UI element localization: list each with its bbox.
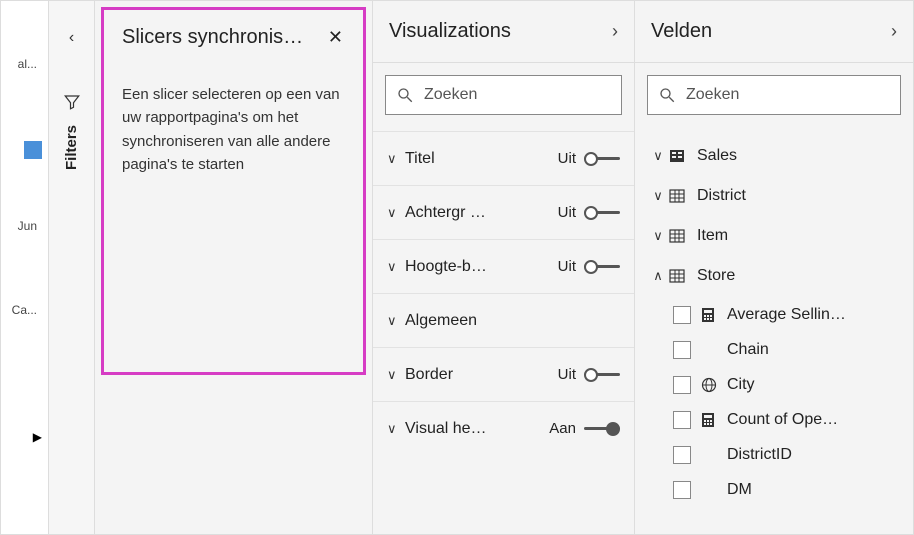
filters-pane-collapsed[interactable]: ‹ Filters [49, 1, 95, 534]
format-property-name: Titel [405, 150, 558, 168]
format-property-list: ∨TitelUit∨Achtergr …Uit∨Hoogte-b…Uit∨Alg… [373, 131, 634, 455]
fields-table-name: District [691, 187, 746, 205]
fields-field-row[interactable]: Average Sellin… [673, 297, 905, 332]
search-icon [658, 86, 676, 104]
field-name: DistrictID [723, 446, 792, 464]
fields-field-row[interactable]: Count of Ope… [673, 402, 905, 437]
sync-slicers-description: Een slicer selecteren op een van uw rapp… [122, 83, 345, 176]
field-name: Count of Ope… [723, 411, 838, 429]
format-property-name: Hoogte-b… [405, 258, 558, 276]
format-property-state: Uit [558, 204, 576, 221]
format-property-row[interactable]: ∨Achtergr …Uit [373, 185, 634, 239]
field-checkbox[interactable] [673, 306, 691, 324]
format-property-name: Algemeen [405, 312, 620, 330]
canvas-label-2: Jun [1, 219, 41, 233]
sync-slicers-highlight: Slicers synchronis… ✕ Een slicer selecte… [101, 7, 366, 375]
calc-table-icon [669, 148, 691, 164]
funnel-icon [63, 93, 81, 111]
table-icon [669, 268, 691, 284]
globe-icon [701, 377, 723, 393]
format-property-name: Border [405, 366, 558, 384]
fields-search-placeholder: Zoeken [686, 86, 890, 104]
close-icon[interactable]: ✕ [326, 27, 345, 48]
table-icon [669, 228, 691, 244]
report-canvas-strip: al... Jun Ca... ▶ [1, 1, 49, 534]
play-icon[interactable]: ▶ [33, 430, 42, 444]
toggle-switch[interactable] [584, 368, 620, 382]
fields-table-name: Sales [691, 147, 737, 165]
fields-field-row[interactable]: City [673, 367, 905, 402]
filters-pane-label: Filters [63, 125, 80, 170]
chevron-down-icon[interactable]: ∨ [387, 313, 405, 329]
format-property-row[interactable]: ∨Hoogte-b…Uit [373, 239, 634, 293]
fields-table-name: Item [691, 227, 728, 245]
field-checkbox[interactable] [673, 341, 691, 359]
chevron-down-icon[interactable]: ∨ [647, 188, 669, 204]
chevron-up-icon[interactable]: ∧ [647, 268, 669, 284]
sync-slicers-pane: Slicers synchronis… ✕ Een slicer selecte… [95, 1, 373, 534]
visualizations-search-placeholder: Zoeken [424, 86, 611, 104]
toggle-switch[interactable] [584, 260, 620, 274]
field-checkbox[interactable] [673, 411, 691, 429]
toggle-switch[interactable] [584, 152, 620, 166]
field-checkbox[interactable] [673, 481, 691, 499]
fields-list: ∨ Sales ∨ District ∨ Item ∧ Store Average Sellin… [635, 131, 913, 515]
fields-table-row[interactable]: ∨ District [643, 177, 905, 215]
chevron-right-icon[interactable]: › [891, 21, 897, 42]
field-name: Average Sellin… [723, 306, 846, 324]
toggle-switch[interactable] [584, 206, 620, 220]
fields-pane: Velden › Zoeken ∨ Sales ∨ District ∨ Item ∧ Sto… [635, 1, 913, 534]
format-property-state: Aan [549, 420, 576, 437]
fields-title: Velden [651, 20, 891, 43]
fields-table-row[interactable]: ∨ Item [643, 217, 905, 255]
fields-field-row[interactable]: DM [673, 472, 905, 507]
format-property-row[interactable]: ∨Visual he…Aan [373, 401, 634, 455]
chevron-down-icon[interactable]: ∨ [387, 205, 405, 221]
canvas-bar [24, 141, 42, 159]
fields-table-row[interactable]: ∨ Sales [643, 137, 905, 175]
search-icon [396, 86, 414, 104]
format-property-name: Visual he… [405, 420, 549, 438]
sync-slicers-title: Slicers synchronis… [122, 26, 303, 49]
fields-children: Average Sellin… Chain City Count of Ope… Dis… [643, 297, 905, 507]
field-checkbox[interactable] [673, 446, 691, 464]
format-property-name: Achtergr … [405, 204, 558, 222]
calc-icon [701, 412, 723, 428]
visualizations-pane: Visualizations › Zoeken ∨TitelUit∨Achter… [373, 1, 635, 534]
chevron-down-icon[interactable]: ∨ [387, 259, 405, 275]
format-property-state: Uit [558, 366, 576, 383]
visualizations-header[interactable]: Visualizations › [373, 1, 634, 63]
canvas-label-3: Ca... [1, 303, 41, 317]
format-property-row[interactable]: ∨Algemeen [373, 293, 634, 347]
calc-icon [701, 307, 723, 323]
format-property-state: Uit [558, 258, 576, 275]
format-property-row[interactable]: ∨BorderUit [373, 347, 634, 401]
chevron-left-icon[interactable]: ‹ [69, 29, 74, 47]
format-property-state: Uit [558, 150, 576, 167]
field-name: DM [723, 481, 752, 499]
fields-field-row[interactable]: Chain [673, 332, 905, 367]
field-checkbox[interactable] [673, 376, 691, 394]
toggle-switch[interactable] [584, 422, 620, 436]
field-name: Chain [723, 341, 769, 359]
canvas-label-1: al... [1, 57, 41, 71]
fields-field-row[interactable]: DistrictID [673, 437, 905, 472]
fields-header[interactable]: Velden › [635, 1, 913, 63]
field-name: City [723, 376, 755, 394]
chevron-down-icon[interactable]: ∨ [387, 151, 405, 167]
chevron-down-icon[interactable]: ∨ [647, 228, 669, 244]
chevron-down-icon[interactable]: ∨ [387, 421, 405, 437]
visualizations-title: Visualizations [389, 20, 612, 43]
fields-table-name: Store [691, 267, 735, 285]
table-icon [669, 188, 691, 204]
chevron-down-icon[interactable]: ∨ [387, 367, 405, 383]
fields-table-row[interactable]: ∧ Store [643, 257, 905, 295]
visualizations-search[interactable]: Zoeken [385, 75, 622, 115]
format-property-row[interactable]: ∨TitelUit [373, 131, 634, 185]
chevron-right-icon[interactable]: › [612, 21, 618, 42]
fields-search[interactable]: Zoeken [647, 75, 901, 115]
chevron-down-icon[interactable]: ∨ [647, 148, 669, 164]
